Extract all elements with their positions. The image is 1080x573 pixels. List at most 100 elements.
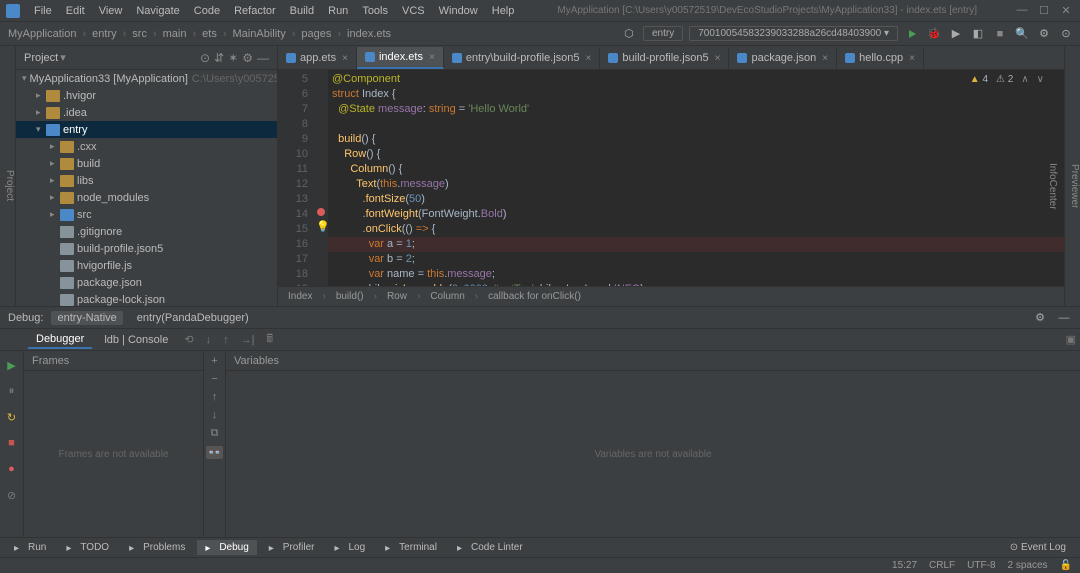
glasses-icon[interactable]: 👓 <box>206 446 224 459</box>
editor-tab[interactable]: package.json× <box>729 47 837 69</box>
left-tool-strip[interactable]: Project <box>0 46 16 306</box>
breadcrumb[interactable]: MyApplication›entry›src›main›ets›MainAbi… <box>6 28 393 40</box>
coverage-button[interactable]: ▶ <box>948 26 964 42</box>
tree-item[interactable]: .gitignore <box>16 223 277 240</box>
event-log-tab[interactable]: ⊙ Event Log <box>1002 540 1074 555</box>
menu-help[interactable]: Help <box>486 3 521 19</box>
bottom-tab-todo[interactable]: ▸TODO <box>58 540 117 555</box>
tree-item[interactable]: ▸src <box>16 206 277 223</box>
debug-label: Debug: <box>8 312 43 324</box>
project-view-selector[interactable]: Project <box>24 52 58 64</box>
down-icon[interactable]: ↓ <box>212 409 218 421</box>
console-tab[interactable]: ldb | Console <box>96 332 176 348</box>
menu-window[interactable]: Window <box>433 3 484 19</box>
menu-navigate[interactable]: Navigate <box>130 3 185 19</box>
code-editor[interactable]: @Componentstruct Index { @State message:… <box>328 70 1064 286</box>
run-to-cursor-icon[interactable]: →| <box>237 334 259 346</box>
tree-item[interactable]: package.json <box>16 274 277 291</box>
menu-code[interactable]: Code <box>188 3 226 19</box>
stop-button[interactable]: ■ <box>992 26 1008 42</box>
editor-tab[interactable]: entry\build-profile.json5× <box>444 47 601 69</box>
tree-item[interactable]: ▸build <box>16 155 277 172</box>
locate-icon[interactable]: ⊙ <box>200 51 210 65</box>
remove-watch-icon[interactable]: − <box>211 373 217 385</box>
add-watch-icon[interactable]: + <box>211 355 217 367</box>
up-icon[interactable]: ↑ <box>212 391 218 403</box>
project-tree[interactable]: ▾MyApplication33 [MyApplication]C:\Users… <box>16 70 277 306</box>
stop-icon[interactable]: ■ <box>4 435 20 451</box>
settings-icon[interactable]: ⚙ <box>242 51 253 65</box>
menu-tools[interactable]: Tools <box>356 3 394 19</box>
hide-icon[interactable]: — <box>257 51 269 65</box>
tree-item[interactable]: hvigorfile.js <box>16 257 277 274</box>
editor-tab[interactable]: app.ets× <box>278 47 357 69</box>
debug-hide-icon[interactable]: — <box>1056 310 1072 326</box>
editor-tab[interactable]: index.ets× <box>357 47 444 69</box>
run-config[interactable]: entry <box>643 26 683 41</box>
tree-item[interactable]: ▸.idea <box>16 104 277 121</box>
line-gutter[interactable]: 5678910111213141516171819202122232425 <box>278 70 314 286</box>
menu-vcs[interactable]: VCS <box>396 3 431 19</box>
settings-icon[interactable]: ⚙ <box>1036 26 1052 42</box>
breakpoint-gutter[interactable]: 💡 <box>314 70 328 286</box>
editor-crumbs[interactable]: Index›build()›Row›Column›callback for on… <box>278 286 1064 306</box>
debugger-tab[interactable]: Debugger <box>28 331 92 349</box>
tree-item[interactable]: build-profile.json5 <box>16 240 277 257</box>
debug-config-1[interactable]: entry-Native <box>51 311 122 325</box>
close-button[interactable]: ✕ <box>1058 4 1074 17</box>
tree-item[interactable]: ▸libs <box>16 172 277 189</box>
bottom-tab-profiler[interactable]: ▸Profiler <box>261 540 323 555</box>
step-into-icon[interactable]: ↓ <box>202 334 216 346</box>
bottom-tab-problems[interactable]: ▸Problems <box>121 540 193 555</box>
search-icon[interactable]: 🔍 <box>1014 26 1030 42</box>
layout-icon[interactable]: ▣ <box>1062 333 1080 346</box>
debug-config-2[interactable]: entry(PandaDebugger) <box>131 311 255 325</box>
maximize-button[interactable]: ☐ <box>1036 4 1052 17</box>
menu-file[interactable]: File <box>28 3 58 19</box>
bottom-tab-terminal[interactable]: ▸Terminal <box>377 540 445 555</box>
pause-icon[interactable]: ⏸ <box>4 383 20 399</box>
device-selector[interactable]: 70010054583239033288a26cd48403900 ▾ <box>689 26 898 41</box>
status-charset[interactable]: UTF-8 <box>967 560 995 571</box>
tree-item[interactable]: ▾entry <box>16 121 277 138</box>
menu-edit[interactable]: Edit <box>60 3 91 19</box>
bottom-tab-run[interactable]: ▸Run <box>6 540 54 555</box>
minimize-button[interactable]: — <box>1014 4 1030 17</box>
step-out-icon[interactable]: ↑ <box>219 334 233 346</box>
menu-run[interactable]: Run <box>322 3 354 19</box>
status-indent[interactable]: 2 spaces <box>1008 560 1048 571</box>
debug-button[interactable]: 🐞 <box>926 26 942 42</box>
right-tool-strip[interactable]: Previewer InfoCenter <box>1064 46 1080 306</box>
view-bp-icon[interactable]: ● <box>4 461 20 477</box>
menu-view[interactable]: View <box>93 3 129 19</box>
copy-icon[interactable]: ⧉ <box>211 427 219 440</box>
readonly-icon[interactable]: 🔓 <box>1060 560 1072 571</box>
module-icon[interactable]: ⬡ <box>621 26 637 42</box>
menu-build[interactable]: Build <box>284 3 320 19</box>
status-lineending[interactable]: CRLF <box>929 560 955 571</box>
resume-icon[interactable]: ▶ <box>4 357 20 373</box>
restart-icon[interactable]: ↻ <box>4 409 20 425</box>
tree-item[interactable]: ▸.cxx <box>16 138 277 155</box>
bottom-tab-code linter[interactable]: ▸Code Linter <box>449 540 531 555</box>
run-button[interactable] <box>904 26 920 42</box>
notify-icon[interactable]: ⊙ <box>1058 26 1074 42</box>
bottom-tab-debug[interactable]: ▸Debug <box>197 540 256 555</box>
expand-icon[interactable]: ⇵ <box>214 51 224 65</box>
profile-button[interactable]: ◧ <box>970 26 986 42</box>
step-over-icon[interactable]: ⟲ <box>180 333 197 346</box>
tree-item[interactable]: ▾MyApplication33 [MyApplication]C:\Users… <box>16 70 277 87</box>
bottom-tab-log[interactable]: ▸Log <box>326 540 373 555</box>
mute-bp-icon[interactable]: ⊘ <box>4 487 20 503</box>
editor-tab[interactable]: build-profile.json5× <box>600 47 729 69</box>
tree-item[interactable]: ▸.hvigor <box>16 87 277 104</box>
tree-item[interactable]: package-lock.json <box>16 291 277 306</box>
editor-tab[interactable]: hello.cpp× <box>837 47 924 69</box>
inspection-summary[interactable]: 4 ⚠ 2 <box>970 74 1044 85</box>
frames-empty: Frames are not available <box>24 371 203 537</box>
collapse-icon[interactable]: ✶ <box>228 51 238 65</box>
evaluate-icon[interactable]: 🖩 <box>262 330 277 349</box>
menu-refactor[interactable]: Refactor <box>228 3 282 19</box>
tree-item[interactable]: ▸node_modules <box>16 189 277 206</box>
debug-settings-icon[interactable]: ⚙ <box>1032 310 1048 326</box>
